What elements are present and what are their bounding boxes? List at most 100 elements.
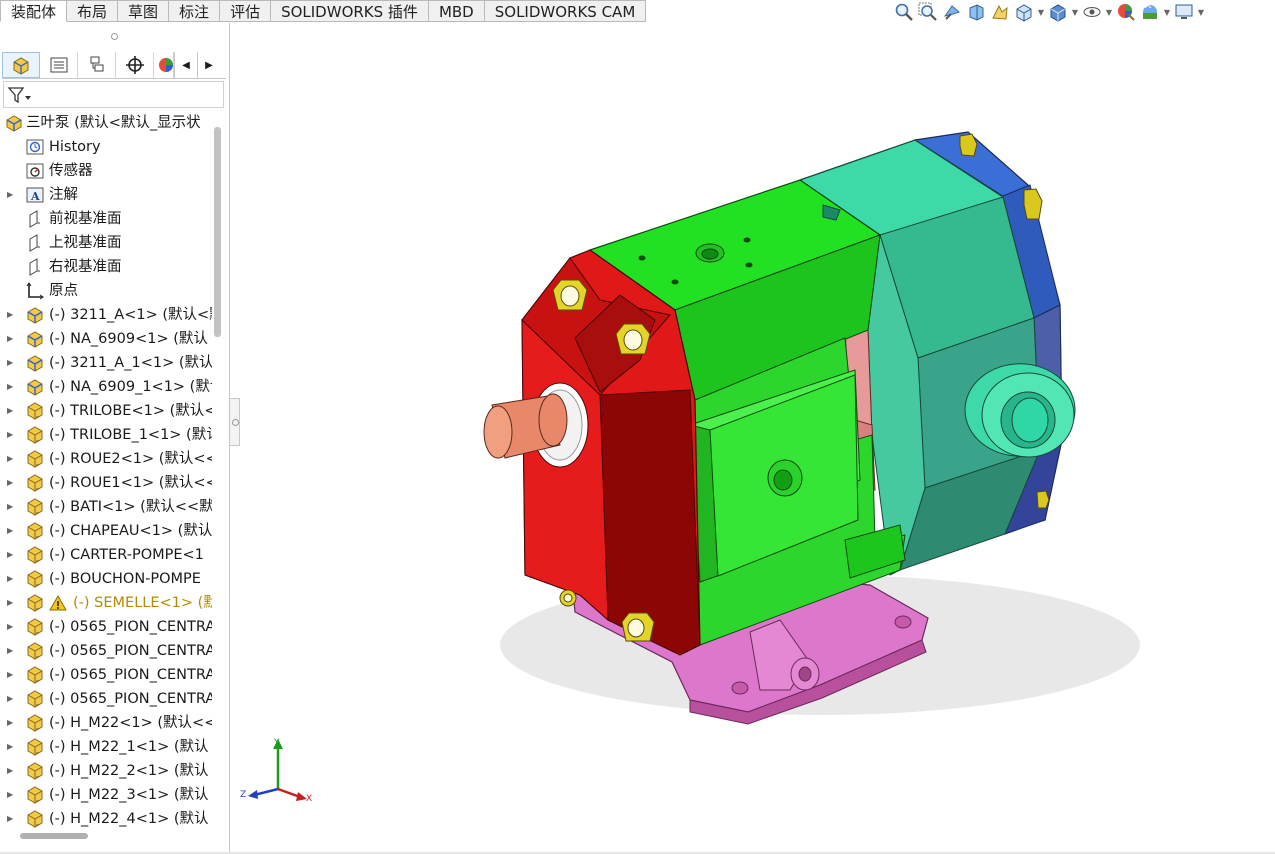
- tree-item[interactable]: ▶ - (-) TRILOBE<1> (默认<: [0, 399, 212, 423]
- svg-text:-: -: [36, 700, 39, 708]
- tab-1[interactable]: 布局: [67, 0, 119, 22]
- tree-item[interactable]: 右视基准面: [0, 255, 212, 279]
- expand-arrow-icon[interactable]: ▶: [7, 759, 15, 783]
- tree-item[interactable]: ▶ - (-) 0565_PION_CENTRA: [0, 615, 212, 639]
- expand-arrow-icon[interactable]: ▶: [7, 399, 15, 423]
- expand-arrow-icon[interactable]: ▶: [7, 687, 15, 711]
- tree-item[interactable]: ▶ - (-) 0565_PION_CENTRA: [0, 663, 212, 687]
- tree-item[interactable]: 前视基准面: [0, 207, 212, 231]
- expand-arrow-icon[interactable]: ▶: [7, 519, 15, 543]
- tree-item[interactable]: ▶ (-) 3211_A<1> (默认<默: [0, 303, 212, 327]
- tree-root[interactable]: 三叶泵 (默认<默认_显示状: [0, 111, 212, 135]
- expand-arrow-icon[interactable]: ▶: [7, 783, 15, 807]
- expand-arrow-icon[interactable]: ▶: [7, 327, 15, 351]
- chevron-down-icon[interactable]: ▼: [1071, 8, 1079, 17]
- warning-icon: [49, 594, 67, 612]
- subassembly-icon: [26, 354, 44, 372]
- tab-0[interactable]: 装配体: [0, 0, 68, 22]
- svg-text:-: -: [36, 484, 39, 492]
- expand-arrow-icon[interactable]: ▶: [7, 711, 15, 735]
- tree-vertical-scrollbar[interactable]: [214, 127, 221, 337]
- view-orientation-icon[interactable]: [1013, 1, 1035, 23]
- zoom-to-fit-icon[interactable]: [893, 1, 915, 23]
- tree-item[interactable]: ▶ (-) NA_6909_1<1> (默认: [0, 375, 212, 399]
- tree-item[interactable]: ▶ - (-) H_M22_1<1> (默认: [0, 735, 212, 759]
- tree-item[interactable]: ▶ - (-) CHAPEAU<1> (默认: [0, 519, 212, 543]
- featuremanager-tab[interactable]: [2, 52, 40, 78]
- tab-5[interactable]: SOLIDWORKS 插件: [271, 0, 429, 22]
- tree-item-label: (-) SEMELLE<1> (默: [73, 595, 212, 611]
- tree-item[interactable]: 原点: [0, 279, 212, 303]
- expand-arrow-icon[interactable]: ▶: [7, 567, 15, 591]
- tree-item[interactable]: ▶ - (-) BATI<1> (默认<<默: [0, 495, 212, 519]
- pump-assembly-model[interactable]: [231, 24, 1275, 854]
- tab-7[interactable]: SOLIDWORKS CAM: [484, 0, 647, 22]
- part-icon: -: [26, 714, 44, 733]
- tree-item[interactable]: ▶ - (-) H_M22<1> (默认<<: [0, 711, 212, 735]
- expand-arrow-icon[interactable]: ▶: [7, 423, 15, 447]
- configurationmanager-tab[interactable]: [78, 52, 116, 78]
- expand-arrow-icon[interactable]: ▶: [7, 495, 15, 519]
- previous-view-icon[interactable]: [941, 1, 963, 23]
- expand-arrow-icon[interactable]: ▶: [7, 183, 15, 207]
- tree-filter[interactable]: [3, 81, 224, 108]
- tab-scroll-right-icon[interactable]: ▶: [197, 52, 220, 78]
- tree-item[interactable]: ▶ - (-) TRILOBE_1<1> (默认: [0, 423, 212, 447]
- edit-appearance-icon[interactable]: [1115, 1, 1137, 23]
- apply-scene-icon[interactable]: [1139, 1, 1161, 23]
- hide-show-icon[interactable]: [1081, 1, 1103, 23]
- chevron-down-icon[interactable]: ▼: [1197, 8, 1205, 17]
- tree-item[interactable]: ▶ - (-) ROUE2<1> (默认<<: [0, 447, 212, 471]
- expand-arrow-icon[interactable]: ▶: [7, 735, 15, 759]
- tree-item[interactable]: ▶ - (-) ROUE1<1> (默认<<: [0, 471, 212, 495]
- tree-item[interactable]: 传感器: [0, 159, 212, 183]
- tab-4[interactable]: 评估: [220, 0, 272, 22]
- zoom-area-icon[interactable]: [917, 1, 939, 23]
- tree-item[interactable]: ▶ (-) NA_6909<1> (默认: [0, 327, 212, 351]
- tab-3[interactable]: 标注: [169, 0, 221, 22]
- dimxpert-tab[interactable]: [116, 52, 154, 78]
- expand-arrow-icon[interactable]: ▶: [7, 471, 15, 495]
- filter-icon[interactable]: [7, 85, 33, 105]
- tree-item[interactable]: ▶ - (-) CARTER-POMPE<1: [0, 543, 212, 567]
- tree-item[interactable]: ▶ - (-) H_M22_4<1> (默认: [0, 807, 212, 831]
- chevron-down-icon[interactable]: ▼: [1037, 8, 1045, 17]
- tree-item[interactable]: History: [0, 135, 212, 159]
- tab-2[interactable]: 草图: [118, 0, 170, 22]
- panel-grip[interactable]: [0, 29, 230, 43]
- expand-arrow-icon[interactable]: ▶: [7, 447, 15, 471]
- chevron-down-icon[interactable]: ▼: [1105, 8, 1113, 17]
- expand-arrow-icon[interactable]: ▶: [7, 543, 15, 567]
- tree-item[interactable]: 上视基准面: [0, 231, 212, 255]
- graphics-area[interactable]: Y X Z: [231, 24, 1275, 854]
- tree-item[interactable]: ▶ A 注解: [0, 183, 212, 207]
- expand-arrow-icon[interactable]: ▶: [7, 591, 15, 615]
- expand-arrow-icon[interactable]: ▶: [7, 303, 15, 327]
- tree-item[interactable]: ▶ (-) 3211_A_1<1> (默认: [0, 351, 212, 375]
- tree-item[interactable]: ▶ - (-) 0565_PION_CENTRA: [0, 687, 212, 711]
- expand-arrow-icon[interactable]: ▶: [7, 807, 15, 831]
- view-settings-icon[interactable]: [1173, 1, 1195, 23]
- display-style-icon[interactable]: [1047, 1, 1069, 23]
- tree-horizontal-scrollbar[interactable]: [20, 833, 88, 839]
- expand-arrow-icon[interactable]: ▶: [7, 615, 15, 639]
- tree-item[interactable]: ▶ - (-) H_M22_3<1> (默认: [0, 783, 212, 807]
- tree-item[interactable]: ▶ - (-) SEMELLE<1> (默: [0, 591, 212, 615]
- expand-arrow-icon[interactable]: ▶: [7, 639, 15, 663]
- tree-item[interactable]: ▶ - (-) H_M22_2<1> (默认: [0, 759, 212, 783]
- tree-item[interactable]: ▶ - (-) BOUCHON-POMPE: [0, 567, 212, 591]
- dynamic-annotation-icon[interactable]: [989, 1, 1011, 23]
- tab-scroll-left-icon[interactable]: ◀: [174, 52, 197, 78]
- tree-item-label: (-) 0565_PION_CENTRA: [49, 619, 212, 635]
- expand-arrow-icon[interactable]: ▶: [7, 375, 15, 399]
- expand-arrow-icon[interactable]: ▶: [7, 351, 15, 375]
- chevron-down-icon[interactable]: ▼: [1163, 8, 1171, 17]
- propertymanager-tab[interactable]: [40, 52, 78, 78]
- section-view-icon[interactable]: [965, 1, 987, 23]
- svg-text:-: -: [36, 556, 39, 564]
- tab-6[interactable]: MBD: [428, 0, 485, 22]
- display-manager-tab[interactable]: [154, 52, 174, 78]
- tree-item[interactable]: ▶ - (-) 0565_PION_CENTRA: [0, 639, 212, 663]
- expand-arrow-icon[interactable]: ▶: [7, 663, 15, 687]
- part-icon: -: [26, 426, 44, 445]
